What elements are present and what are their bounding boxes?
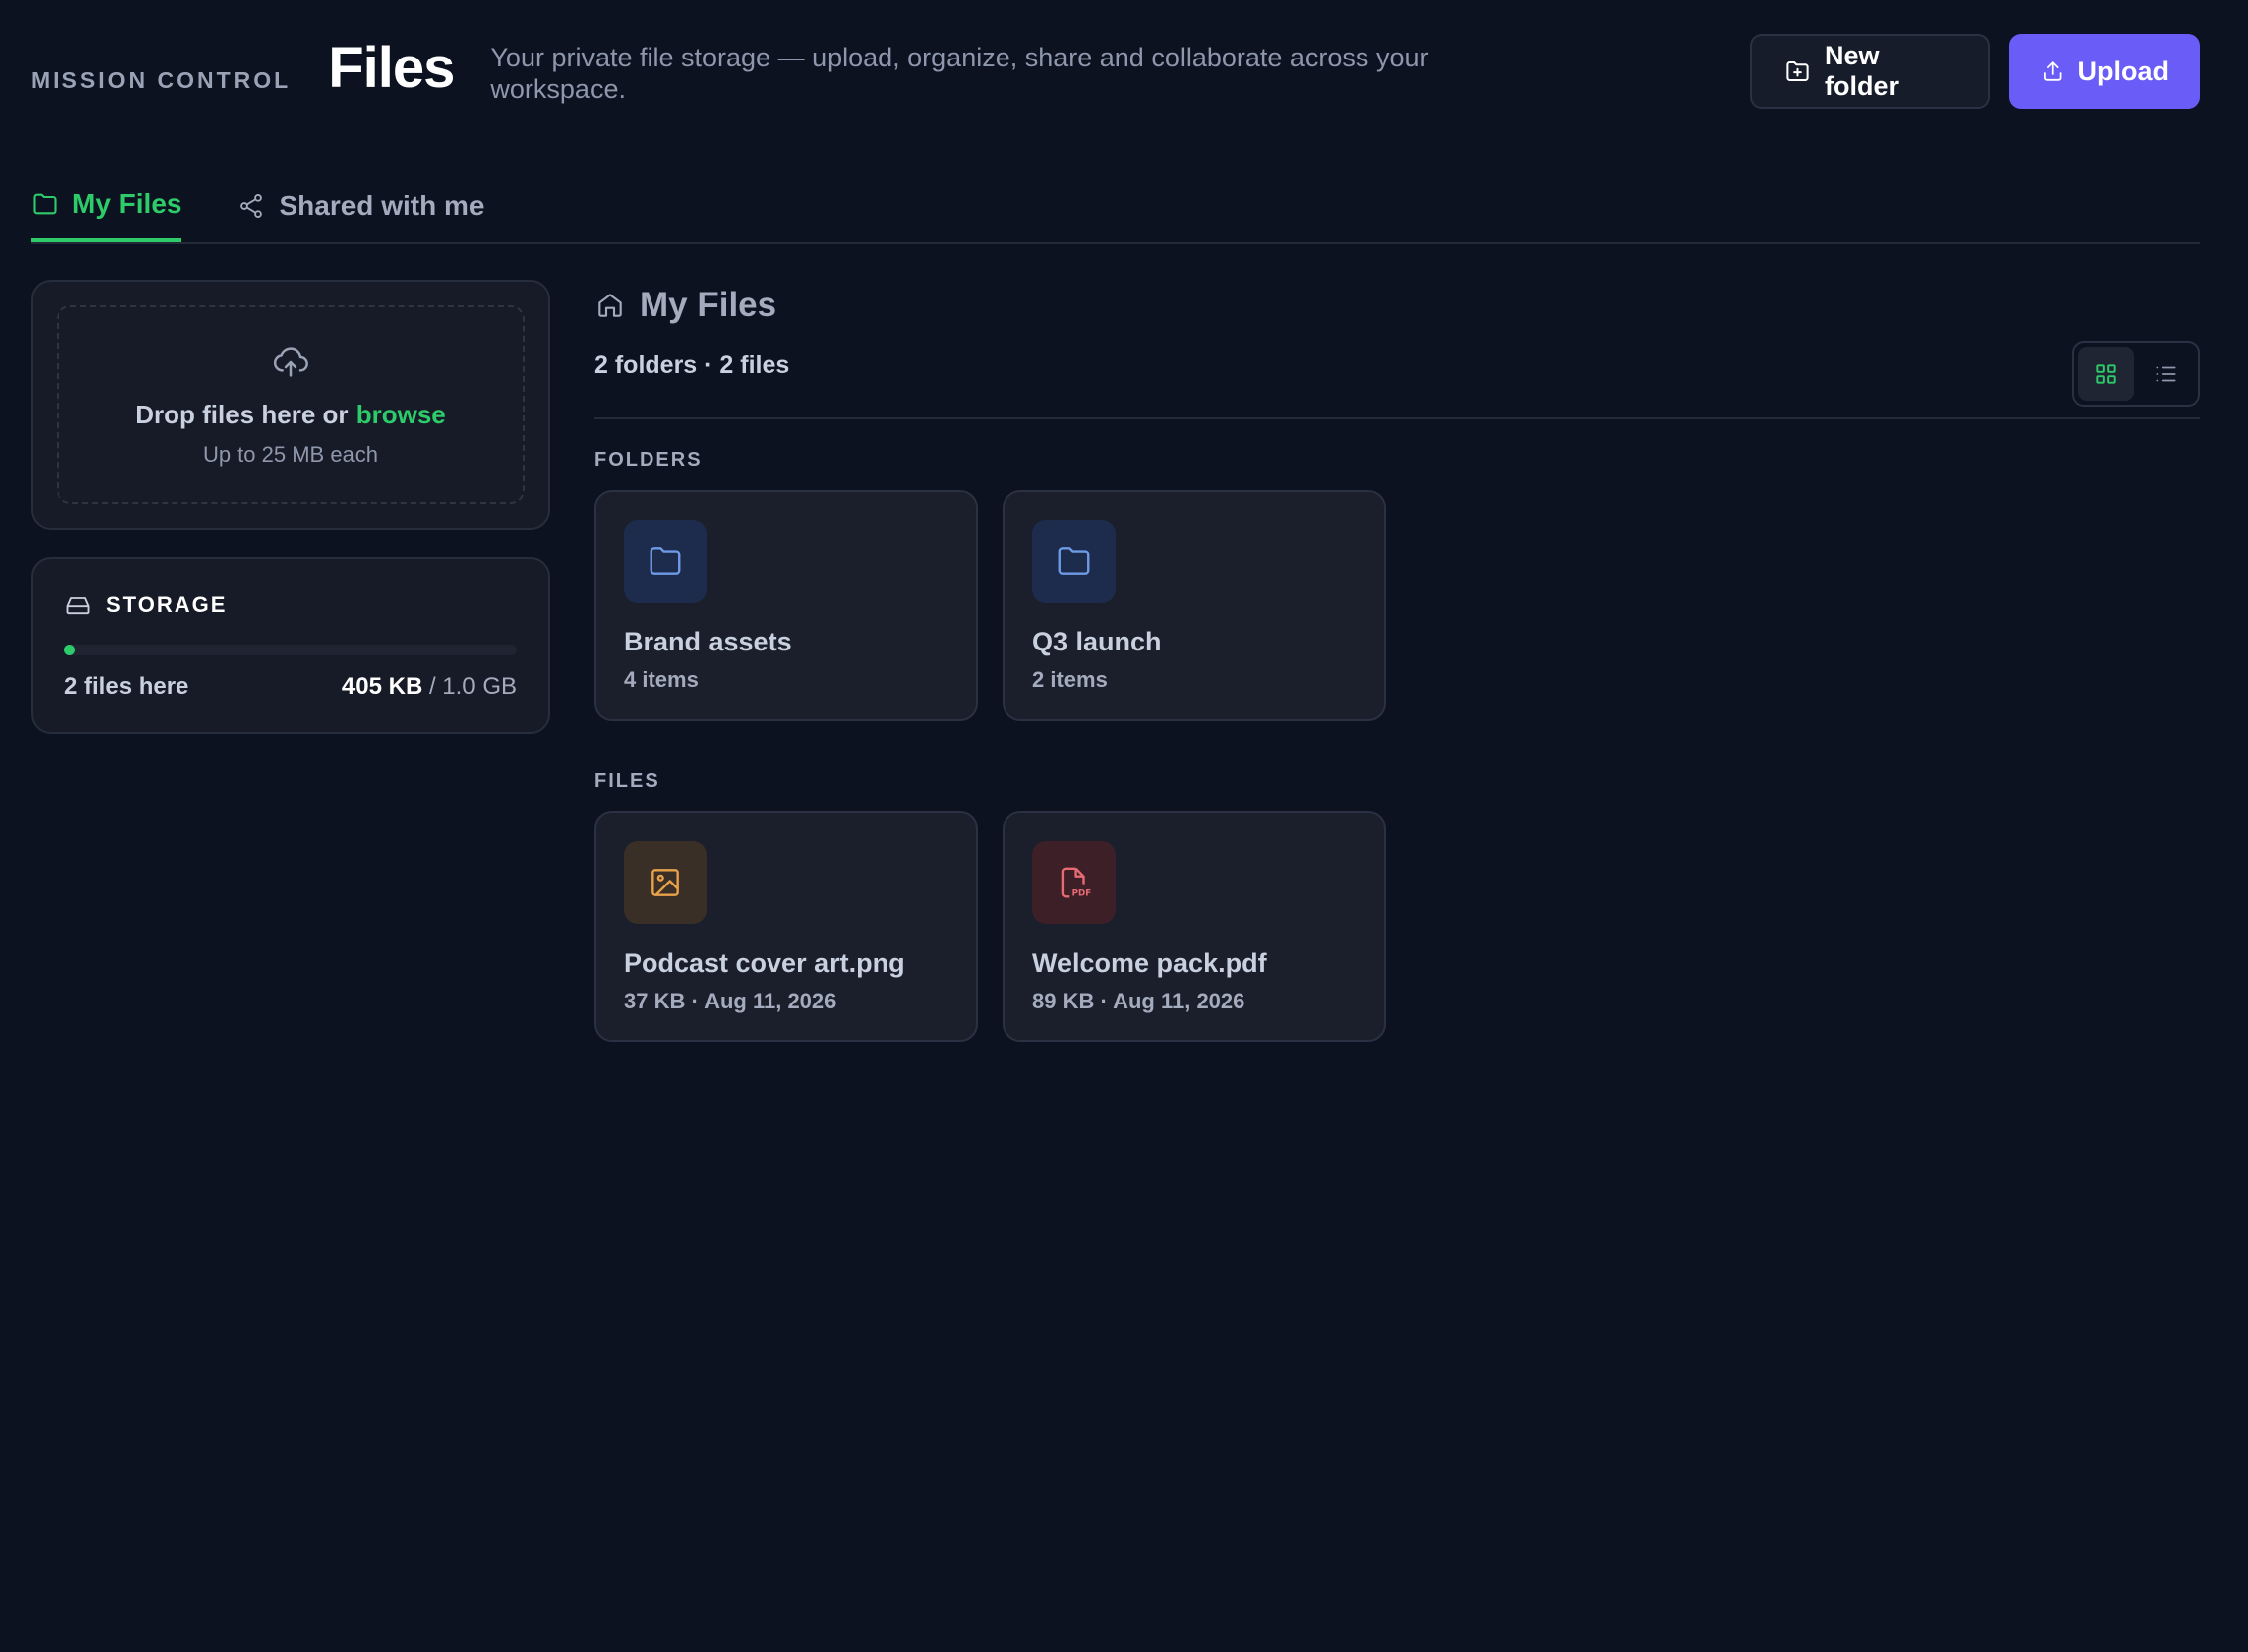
file-name: Podcast cover art.png (624, 948, 905, 978)
files-page: MISSION CONTROL Files Your private file … (0, 0, 2248, 1652)
storage-card: STORAGE 2 files here 405 KB / 1.0 GB (31, 557, 550, 734)
storage-files-count: 2 files here (64, 673, 189, 700)
breadcrumb-current: My Files (640, 286, 777, 324)
hard-drive-icon (66, 597, 90, 615)
file-card[interactable]: Podcast cover art.png 37 KB · Aug 11, 20… (594, 811, 978, 1042)
header-actions: New folder Upload (1750, 34, 2200, 109)
tab-label: My Files (72, 188, 182, 219)
page-subtitle: Your private file storage — upload, orga… (490, 43, 1429, 104)
folder-card[interactable]: Q3 launch 2 items (1003, 490, 1386, 721)
grid-view-button[interactable] (2078, 347, 2134, 401)
list-view-button[interactable] (2138, 347, 2193, 401)
storage-progress-fill (64, 645, 75, 655)
file-name: Welcome pack.pdf (1032, 948, 1267, 978)
folder-icon-tile (624, 520, 707, 603)
storage-footer: 2 files here 405 KB / 1.0 GB (64, 673, 517, 701)
upload-button[interactable]: Upload (2009, 34, 2200, 109)
tab-my-files[interactable]: My Files (31, 178, 182, 242)
storage-usage: 405 KB / 1.0 GB (342, 673, 517, 701)
file-meta: 37 KB · Aug 11, 2026 (624, 989, 837, 1013)
storage-used: 405 KB (341, 673, 423, 700)
new-folder-label: New folder (1824, 41, 1899, 101)
svg-text:PDF: PDF (1072, 888, 1092, 898)
breadcrumb: My Files (594, 286, 2200, 325)
folder-icon (33, 193, 57, 215)
item-counts: 2 folders · 2 files (594, 351, 790, 379)
folder-icon-tile (1032, 520, 1116, 603)
list-icon (2156, 366, 2176, 382)
folder-name: Brand assets (624, 627, 792, 656)
files-grid: Podcast cover art.png 37 KB · Aug 11, 20… (594, 811, 2200, 1042)
page-header: MISSION CONTROL Files Your private file … (31, 30, 2200, 109)
brand-label: MISSION CONTROL (31, 67, 292, 93)
dropzone-text: Drop files here or browse (135, 400, 446, 430)
upload-icon (2044, 61, 2062, 81)
browse-link[interactable]: browse (356, 400, 446, 429)
folder-icon (1058, 547, 1090, 575)
storage-title: STORAGE (106, 592, 228, 617)
page-title: Files (328, 36, 455, 100)
upload-dropzone[interactable]: Drop files here or browse Up to 25 MB ea… (57, 305, 525, 504)
upload-dropzone-card: Drop files here or browse Up to 25 MB ea… (31, 280, 550, 530)
upload-label: Upload (2077, 56, 2170, 86)
view-toggle (2072, 341, 2200, 407)
folder-name: Q3 launch (1032, 627, 1162, 656)
tab-label: Shared with me (279, 190, 485, 221)
folders-grid: Brand assets 4 items Q3 launch 2 items (594, 490, 2200, 721)
storage-heading: STORAGE (64, 591, 517, 619)
folder-plus-icon (1786, 60, 1809, 82)
folders-section-title: FOLDERS (594, 449, 703, 471)
file-icon-tile: PDF (1032, 841, 1116, 924)
folder-card[interactable]: Brand assets 4 items (594, 490, 978, 721)
folder-meta: 4 items (624, 667, 699, 692)
folder-icon (650, 547, 681, 575)
storage-progress-bar (64, 645, 517, 655)
storage-total: / 1.0 GB (422, 673, 517, 700)
main-divider (594, 417, 2200, 419)
file-icon-tile (624, 841, 707, 924)
dropzone-hint: Up to 25 MB each (202, 441, 379, 467)
cloud-upload-icon (273, 346, 308, 377)
new-folder-button[interactable]: New folder (1750, 34, 1990, 109)
folder-meta: 2 items (1032, 667, 1108, 692)
tab-shared-with-me[interactable]: Shared with me (237, 178, 484, 242)
grid-icon (2096, 364, 2116, 384)
tab-bar: My Files Shared with me (31, 178, 2200, 244)
pdf-file-icon: PDF (1061, 867, 1092, 898)
share-icon (240, 193, 263, 219)
dropzone-prompt: Drop files here or (135, 399, 356, 429)
file-meta: 89 KB · Aug 11, 2026 (1032, 989, 1245, 1013)
home-icon[interactable] (594, 290, 626, 321)
main-content: My Files 2 folders · 2 files FOLDERS Bra… (594, 280, 2200, 1042)
image-file-icon (651, 869, 679, 896)
file-card[interactable]: PDF Welcome pack.pdf 89 KB · Aug 11, 202… (1003, 811, 1386, 1042)
files-section-title: FILES (594, 770, 660, 792)
